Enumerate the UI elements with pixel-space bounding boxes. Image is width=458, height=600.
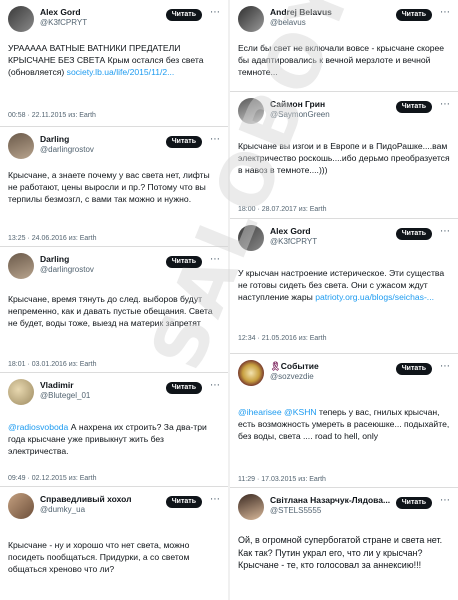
author-handle[interactable]: @Blutegel_01 <box>40 391 90 400</box>
tweet-link[interactable]: patrioty.org.ua/blogs/seichas-... <box>315 292 434 302</box>
author-name[interactable]: Vladimir <box>40 380 74 390</box>
tweet-spravedlivy[interactable]: Справедливый хохол @dumky_ua Читать ⋯ Кр… <box>0 487 228 600</box>
avatar[interactable] <box>238 360 264 386</box>
mention-link[interactable]: @ihearisee <box>238 407 282 417</box>
author-name-text: Событие <box>280 361 319 371</box>
avatar[interactable] <box>8 253 34 279</box>
tweet-header: Darling @darlingrostov Читать ⋯ <box>8 253 222 279</box>
author-handle[interactable]: @SaymonGreen <box>270 110 330 119</box>
tweet-header: 🎗Событие @sozvezdie Читать ⋯ <box>238 360 452 386</box>
more-options-icon[interactable]: ⋯ <box>208 134 222 148</box>
tweet-sobytie[interactable]: 🎗Событие @sozvezdie Читать ⋯ @ihearisee … <box>230 354 458 488</box>
tweet-text: У крысчан настроение истерическое. Эти с… <box>238 267 450 304</box>
tweet-header: Vladimir @Blutegel_01 Читать ⋯ <box>8 379 222 405</box>
tweet-header: Alex Gord @K3fCPRYT Читать ⋯ <box>238 225 452 251</box>
follow-button[interactable]: Читать <box>395 363 432 375</box>
tweet-timestamp[interactable]: 11:29 · 17.03.2015 из: Earth <box>238 476 326 483</box>
tweet-header: Andrej Belavus @belavus Читать ⋯ <box>238 6 452 32</box>
tweet-alex-gord-1[interactable]: Alex Gord @K3fCPRYT Читать ⋯ УРААААА ВАТ… <box>0 0 228 127</box>
follow-button[interactable]: Читать <box>395 228 432 240</box>
tweet-text: @ihearisee @KSHN теперь у вас, гнилых кр… <box>238 406 450 443</box>
tweet-text: @radiosvoboda А нахрена их строить? За д… <box>8 421 220 458</box>
author-handle[interactable]: @K3fCPRYT <box>40 18 87 27</box>
tweet-vladimir[interactable]: Vladimir @Blutegel_01 Читать ⋯ @radiosvo… <box>0 373 228 487</box>
tweet-darling-2[interactable]: Darling @darlingrostov Читать ⋯ Крысчане… <box>0 247 228 373</box>
tweet-link[interactable]: society.lb.ua/life/2015/11/2... <box>67 67 175 77</box>
author-handle[interactable]: @darlingrostov <box>40 265 94 274</box>
tweet-timestamp[interactable]: 09:49 · 02.12.2015 из: Earth <box>8 475 96 482</box>
tweet-andrej-belavus[interactable]: Andrej Belavus @belavus Читать ⋯ Если бы… <box>230 0 458 92</box>
tweet-text: Ой, в огромной супербогатой стране и све… <box>238 535 443 570</box>
more-options-icon[interactable]: ⋯ <box>438 495 452 509</box>
more-options-icon[interactable]: ⋯ <box>208 494 222 508</box>
tweet-text: Если бы свет не включали вовсе - крысчан… <box>238 43 445 78</box>
tweet-text: Крысчане вы изгои и в Европе и в ПидоРаш… <box>238 141 450 176</box>
mention-link[interactable]: @radiosvoboda <box>8 422 68 432</box>
tweet-alex-gord-2[interactable]: Alex Gord @K3fCPRYT Читать ⋯ У крысчан н… <box>230 219 458 354</box>
tweet-timestamp[interactable]: 00:58 · 22.11.2015 из: Earth <box>8 112 96 119</box>
mention-link[interactable]: @KSHN <box>284 407 317 417</box>
follow-button[interactable]: Читать <box>165 9 202 21</box>
more-options-icon[interactable]: ⋯ <box>438 226 452 240</box>
tweet-darling-1[interactable]: Darling @darlingrostov Читать ⋯ Крысчане… <box>0 127 228 247</box>
tweet-header: Саймон Грин @SaymonGreen Читать ⋯ <box>238 98 452 124</box>
author-name[interactable]: Alex Gord <box>270 226 311 236</box>
avatar[interactable] <box>238 6 264 32</box>
follow-button[interactable]: Читать <box>395 497 432 509</box>
author-name[interactable]: Світлана Назарчук-Лядова... <box>270 495 390 505</box>
avatar[interactable] <box>238 225 264 251</box>
tweet-saymon-green[interactable]: Саймон Грин @SaymonGreen Читать ⋯ Крысча… <box>230 92 458 219</box>
author-handle[interactable]: @darlingrostov <box>40 145 94 154</box>
more-options-icon[interactable]: ⋯ <box>208 254 222 268</box>
tweet-text: УРААААА ВАТНЫЕ ВАТНИКИ ПРЕДАТЕЛИ КРЫСЧАН… <box>8 42 220 79</box>
more-options-icon[interactable]: ⋯ <box>438 7 452 21</box>
author-name[interactable]: 🎗Событие <box>270 361 319 372</box>
tweet-header: Світлана Назарчук-Лядова... @STELS5555 Ч… <box>238 494 452 520</box>
author-name[interactable]: Darling <box>40 134 69 144</box>
author-name[interactable]: Darling <box>40 254 69 264</box>
more-options-icon[interactable]: ⋯ <box>438 99 452 113</box>
avatar[interactable] <box>8 133 34 159</box>
tweet-header: Справедливый хохол @dumky_ua Читать ⋯ <box>8 493 222 519</box>
author-name[interactable]: Саймон Грин <box>270 99 325 109</box>
tweet-text: Крысчане, время тянуть до след. выборов … <box>8 294 213 329</box>
ribbon-icon: 🎗 <box>270 361 281 371</box>
tweet-header: Alex Gord @K3fCPRYT Читать ⋯ <box>8 6 222 32</box>
follow-button[interactable]: Читать <box>165 256 202 268</box>
more-options-icon[interactable]: ⋯ <box>438 361 452 375</box>
author-handle[interactable]: @STELS5555 <box>270 506 321 515</box>
avatar[interactable] <box>238 494 264 520</box>
tweet-svitlana[interactable]: Світлана Назарчук-Лядова... @STELS5555 Ч… <box>230 488 458 600</box>
tweet-text: Крысчане, а знаете почему у вас света не… <box>8 170 210 205</box>
tweet-timestamp[interactable]: 13:25 · 24.06.2016 из: Earth <box>8 235 96 242</box>
avatar[interactable] <box>8 493 34 519</box>
follow-button[interactable]: Читать <box>165 496 202 508</box>
follow-button[interactable]: Читать <box>395 101 432 113</box>
avatar[interactable] <box>238 98 264 124</box>
follow-button[interactable]: Читать <box>395 9 432 21</box>
author-handle[interactable]: @belavus <box>270 18 306 27</box>
author-handle[interactable]: @dumky_ua <box>40 505 85 514</box>
more-options-icon[interactable]: ⋯ <box>208 7 222 21</box>
more-options-icon[interactable]: ⋯ <box>208 380 222 394</box>
author-name[interactable]: Справедливый хохол <box>40 494 132 504</box>
tweet-timestamp[interactable]: 18:00 · 28.07.2017 из: Earth <box>238 206 326 213</box>
author-handle[interactable]: @K3fCPRYT <box>270 237 317 246</box>
tweet-timestamp[interactable]: 18:01 · 03.01.2016 из: Earth <box>8 361 96 368</box>
tweet-text: Крысчане - ну и хорошо что нет света, мо… <box>8 540 190 575</box>
author-handle[interactable]: @sozvezdie <box>270 372 314 381</box>
avatar[interactable] <box>8 379 34 405</box>
follow-button[interactable]: Читать <box>165 382 202 394</box>
author-name[interactable]: Andrej Belavus <box>270 7 332 17</box>
tweet-timestamp[interactable]: 12:34 · 21.05.2016 из: Earth <box>238 335 326 342</box>
avatar[interactable] <box>8 6 34 32</box>
author-name[interactable]: Alex Gord <box>40 7 81 17</box>
follow-button[interactable]: Читать <box>165 136 202 148</box>
tweet-header: Darling @darlingrostov Читать ⋯ <box>8 133 222 159</box>
